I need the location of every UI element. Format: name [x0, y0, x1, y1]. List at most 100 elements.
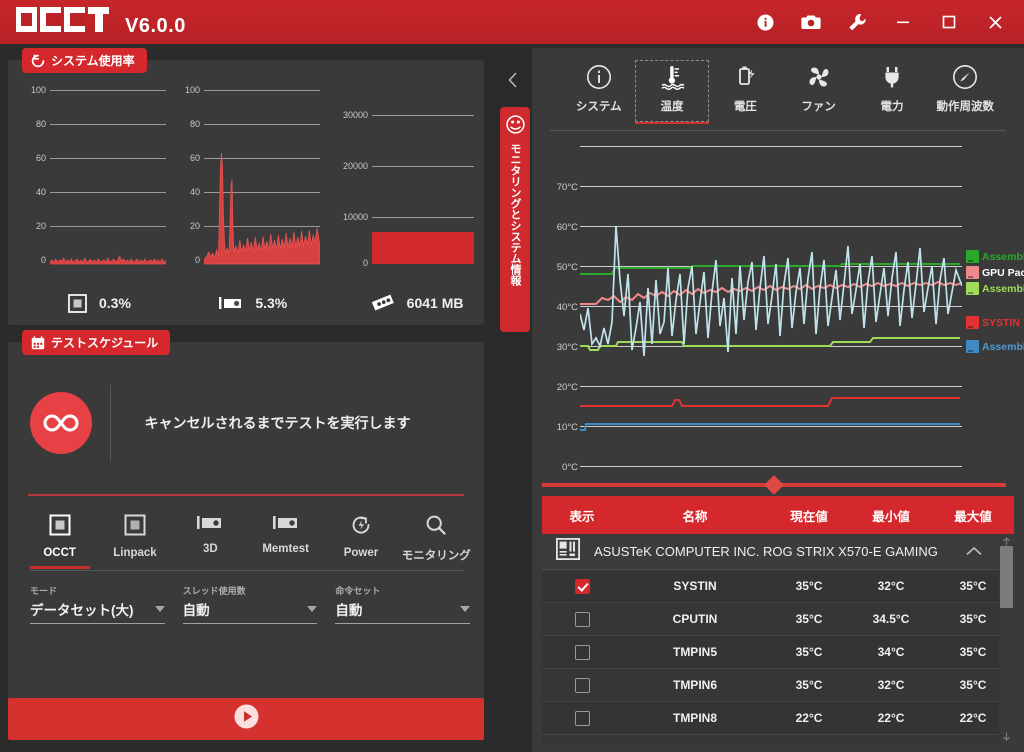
- sensor-table-scrollbar[interactable]: [999, 534, 1014, 744]
- test-tab-monitoring[interactable]: モニタリング: [399, 514, 474, 569]
- tab-frequency[interactable]: 動作周波数: [929, 60, 1002, 122]
- calendar-icon: [31, 335, 45, 349]
- system-usage-tag-label: システム使用率: [51, 54, 135, 68]
- test-tab-linpack[interactable]: Linpack: [97, 514, 172, 569]
- mode-dropdown[interactable]: データセット(大): [30, 599, 165, 624]
- test-schedule-panel: テストスケジュール キャンセルされるまでテストを実行します OCCT Linpa…: [8, 330, 484, 727]
- monitoring-side-tab[interactable]: モニタリングとシステム情報: [500, 107, 530, 332]
- tab-power[interactable]: 電力: [855, 60, 928, 122]
- test-tabs-underline: [30, 570, 464, 571]
- row-checkbox[interactable]: [574, 710, 590, 726]
- legend-item-assembly-blue: Assembly: [966, 340, 1024, 353]
- test-tab-memtest[interactable]: Memtest: [248, 514, 323, 569]
- cpu-tick-80: 80: [35, 119, 46, 129]
- temperature-chart: 70°C 60°C 50°C 40°C 30°C 20°C 10°C 0°C A…: [542, 138, 1024, 478]
- chart-slider-thumb[interactable]: [764, 475, 784, 495]
- arrow-down-icon[interactable]: [999, 729, 1014, 744]
- battery-bolt-icon: [732, 64, 758, 95]
- tab-temperature-label: 温度: [660, 101, 684, 113]
- chevron-down-icon: [460, 606, 471, 612]
- row-show-cell[interactable]: [542, 677, 622, 693]
- cpu-tick-20: 20: [35, 221, 46, 231]
- schedule-separator: [28, 494, 464, 496]
- row-current: 35°C: [795, 579, 823, 593]
- memory-usage-stat: 6041 MB: [327, 288, 478, 318]
- row-current: 35°C: [795, 678, 823, 692]
- row-min: 32°C: [877, 579, 905, 593]
- table-row[interactable]: TMPIN6 35°C 32°C 35°C: [542, 669, 1014, 702]
- refresh-icon: [31, 53, 45, 67]
- infinity-icon: [30, 392, 92, 454]
- table-row[interactable]: TMPIN8 22°C 22°C 22°C: [542, 702, 1014, 735]
- test-tab-power[interactable]: Power: [323, 514, 398, 569]
- table-row[interactable]: SYSTIN 35°C 32°C 35°C: [542, 570, 1014, 603]
- settings-wrench-icon[interactable]: [836, 0, 878, 44]
- sensor-table: 表示 名称 現在値 最小値 最大値 ASUSTeK COMPUTER INC. …: [542, 496, 1014, 744]
- temp-tick-20: 20°C: [556, 382, 578, 393]
- minimize-icon[interactable]: [882, 0, 924, 44]
- row-name: CPUTIN: [672, 612, 718, 626]
- gpu-tick-40: 40: [189, 187, 200, 197]
- threads-dropdown[interactable]: 自動: [182, 599, 318, 624]
- close-icon[interactable]: [974, 0, 1016, 44]
- gauge-face-icon: [505, 115, 525, 139]
- row-show-cell[interactable]: [542, 611, 622, 627]
- mem-tick-30000: 30000: [342, 110, 368, 120]
- row-show-cell[interactable]: [542, 710, 622, 726]
- memory-icon: [371, 294, 395, 312]
- row-show-cell[interactable]: [542, 578, 622, 594]
- sensor-table-body: ASUSTeK COMPUTER INC. ROG STRIX X570-E G…: [542, 534, 1014, 744]
- plug-icon: [879, 64, 905, 95]
- title-bar: V6.0.0: [0, 0, 1024, 44]
- memory-usage-value: 6041 MB: [406, 295, 464, 311]
- speedometer-icon: [952, 64, 978, 95]
- schedule-summary-row: キャンセルされるまでテストを実行します: [8, 368, 484, 478]
- sensor-group-row[interactable]: ASUSTeK COMPUTER INC. ROG STRIX X570-E G…: [542, 534, 1014, 570]
- legend-label-assembly-2: Assembly: [982, 282, 1024, 295]
- row-current: 35°C: [795, 645, 823, 659]
- temperature-plot: [580, 138, 962, 478]
- table-row[interactable]: TMPIN5 35°C 34°C 35°C: [542, 636, 1014, 669]
- start-test-button[interactable]: [8, 698, 484, 740]
- legend-swatch-icon: [966, 282, 979, 295]
- test-options-row: モード データセット(大) スレッド使用数 自動 命令セット 自動: [30, 584, 471, 624]
- mem-tick-0: 0: [362, 258, 368, 268]
- schedule-description: キャンセルされるまでテストを実行します: [144, 415, 411, 431]
- chevron-left-icon[interactable]: [502, 70, 522, 90]
- table-row[interactable]: TMPIN7 46°C 38°C 57°C: [542, 735, 1014, 744]
- scrollbar-thumb[interactable]: [1000, 546, 1013, 608]
- chart-time-slider[interactable]: [542, 475, 1006, 495]
- row-checkbox[interactable]: [574, 743, 590, 744]
- cpu-tick-0: 0: [40, 255, 46, 265]
- tab-fan[interactable]: ファン: [782, 60, 855, 122]
- maximize-icon[interactable]: [928, 0, 970, 44]
- row-min: 32°C: [877, 678, 905, 692]
- chevron-up-icon[interactable]: [966, 543, 982, 561]
- test-tab-occt[interactable]: OCCT: [22, 514, 97, 569]
- tab-system[interactable]: システム: [562, 60, 635, 122]
- row-checkbox[interactable]: [574, 611, 590, 627]
- cpu-tick-60: 60: [35, 153, 46, 163]
- gpu-usage-value: 5.3%: [255, 295, 288, 311]
- fan-icon: [806, 64, 832, 95]
- temp-tick-30: 30°C: [556, 342, 578, 353]
- row-checkbox[interactable]: [574, 677, 590, 693]
- column-header-current: 現在値: [790, 509, 828, 524]
- cpu-icon: [68, 293, 87, 313]
- row-show-cell[interactable]: [542, 743, 622, 744]
- instruction-set-dropdown[interactable]: 自動: [335, 599, 471, 624]
- table-row[interactable]: CPUTIN 35°C 34.5°C 35°C: [542, 603, 1014, 636]
- info-icon[interactable]: [744, 0, 786, 44]
- screenshot-icon[interactable]: [790, 0, 832, 44]
- occt-wordmark-icon: [16, 6, 109, 32]
- tab-temperature[interactable]: 温度: [635, 60, 709, 124]
- row-show-cell[interactable]: [542, 644, 622, 660]
- legend-item-assembly-lightgreen: Assembly: [966, 282, 1024, 295]
- row-checkbox[interactable]: [574, 578, 590, 594]
- tab-voltage[interactable]: 電圧: [709, 60, 782, 122]
- row-checkbox[interactable]: [574, 644, 590, 660]
- legend-item-systin: SYSTIN: [966, 316, 1020, 329]
- info-circle-icon: [586, 64, 612, 95]
- test-tab-3d[interactable]: 3D: [173, 514, 248, 569]
- column-header-show: 表示: [569, 509, 595, 524]
